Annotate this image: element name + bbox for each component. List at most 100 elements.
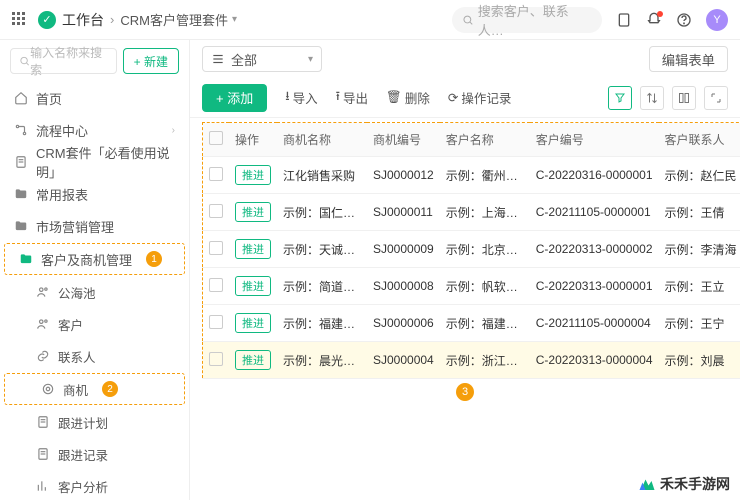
chevron-down-icon: ▾ [308,54,313,65]
view-label: 全部 [231,50,257,69]
sidebar-item-4[interactable]: 市场营销管理 [0,210,189,242]
sidebar-item-label: 联系人 [58,347,96,366]
cell-code: SJ0000004 [367,342,440,379]
push-button[interactable]: 推进 [235,165,271,185]
bell-icon[interactable] [646,12,662,28]
view-selector[interactable]: 全部 ▾ [202,46,322,72]
table-row[interactable]: 推进示例：晨光文具设备…SJ0000004示例：浙江晨光文具…C-2022031… [203,342,740,379]
sidebar-item-label: 首页 [36,89,62,108]
cell-code: SJ0000009 [367,231,440,268]
filter-icon[interactable] [608,86,632,110]
table-row[interactable]: 推进示例：国仁采购SJ0000011示例：上海国仁有限…C-20211105-0… [203,194,740,231]
export-button[interactable]: ⭱ 导出 [336,87,368,108]
sidebar-item-3[interactable]: 常用报表 [0,178,189,210]
sidebar-item-6[interactable]: 公海池 [0,276,189,308]
table-row[interactable]: 推进示例：简道云采购SJ0000008示例：帆软软件有限公司C-20220313… [203,268,740,305]
sidebar-item-label: 客户及商机管理 [41,250,132,269]
sidebar-item-0[interactable]: 首页 [0,82,189,114]
import-button[interactable]: ⭳ 导入 [285,87,317,108]
cell-custno: C-20211105-0000001 [530,194,659,231]
col-header-5[interactable]: 客户联系人 [659,123,740,157]
sidebar-search-placeholder: 输入名称来搜索 [30,44,108,78]
workspace-label[interactable]: 工作台 [62,10,104,30]
avatar[interactable]: Y [706,9,728,31]
sidebar-item-7[interactable]: 客户 [0,308,189,340]
content-area: 全部 ▾ 编辑表单 + 添加 ⭳ 导入 ⭱ 导出 🗑 删除 ⟳ 操作记录 操作商… [190,40,740,500]
log-button[interactable]: ⟳ 操作记录 [448,88,512,107]
sidebar-item-2[interactable]: CRM套件「必看使用说明」 [0,146,189,178]
suite-label[interactable]: CRM客户管理套件 [120,10,228,29]
columns-icon[interactable] [672,86,696,110]
breadcrumb-sep: › [110,12,114,27]
sidebar-item-label: 客户分析 [58,477,108,496]
edit-form-button[interactable]: 编辑表单 [649,46,728,72]
expand-icon[interactable] [704,86,728,110]
top-bar: 工作台 › CRM客户管理套件 ▾ 搜索客户、联系人… Y [0,0,740,40]
table-row[interactable]: 推进示例：天诚采购SJ0000009示例：北京天诚软件…C-20220313-0… [203,231,740,268]
col-header-4[interactable]: 客户编号 [530,123,659,157]
add-button[interactable]: + 添加 [202,84,267,112]
row-checkbox[interactable] [209,352,223,366]
push-button[interactable]: 推进 [235,350,271,370]
sidebar-item-label: 跟进计划 [58,413,108,432]
badge-3: 3 [456,383,474,401]
chevron-right-icon: › [172,125,175,136]
highlight-badge: 1 [146,251,162,267]
sidebar-item-11[interactable]: 跟进记录 [0,438,189,470]
notebook-icon[interactable] [616,12,632,28]
table-row[interactable]: 推进示例：福建一高3月订单SJ0000006示例：福建一高集团C-2021110… [203,305,740,342]
sidebar-item-10[interactable]: 跟进计划 [0,406,189,438]
cell-name: 示例：国仁采购 [277,194,367,231]
delete-button[interactable]: 🗑 删除 [386,88,430,107]
cell-cust: 示例：北京天诚软件… [440,231,530,268]
col-header-0[interactable]: 操作 [229,123,277,157]
cell-contact: 示例：王倩 [659,194,740,231]
cell-cust: 示例：衢州江化集团 [440,157,530,194]
row-checkbox[interactable] [209,315,223,329]
search-placeholder: 搜索客户、联系人… [478,1,592,39]
push-button[interactable]: 推进 [235,202,271,222]
search-icon [462,14,474,26]
checkbox-all[interactable] [209,131,223,145]
sidebar-search-input[interactable]: 输入名称来搜索 [10,48,117,74]
apps-grid-icon[interactable] [12,12,28,28]
list-icon [211,52,225,66]
row-checkbox[interactable] [209,204,223,218]
sidebar-item-9[interactable]: 商机 2 [4,373,185,405]
row-checkbox[interactable] [209,167,223,181]
sidebar-item-5[interactable]: 客户及商机管理 1 [4,243,185,275]
sidebar-item-8[interactable]: 联系人 [0,340,189,372]
cell-custno: C-20220313-0000002 [530,231,659,268]
cell-code: SJ0000011 [367,194,440,231]
global-search-input[interactable]: 搜索客户、联系人… [452,7,602,33]
cell-contact: 示例：李清海 [659,231,740,268]
help-icon[interactable] [676,12,692,28]
col-header-1[interactable]: 商机名称 [277,123,367,157]
push-button[interactable]: 推进 [235,276,271,296]
cell-name: 示例：晨光文具设备… [277,342,367,379]
chevron-down-icon[interactable]: ▾ [232,14,237,25]
push-button[interactable]: 推进 [235,239,271,259]
highlight-badge: 2 [102,381,118,397]
col-header-2[interactable]: 商机编号 [367,123,440,157]
cell-name: 示例：天诚采购 [277,231,367,268]
watermark-icon [638,475,656,493]
data-table: 操作商机名称商机编号客户名称客户编号客户联系人 推进江化销售采购SJ000001… [202,122,740,379]
new-button[interactable]: + 新建 [123,48,179,74]
sidebar-item-1[interactable]: 流程中心› [0,114,189,146]
cell-name: 示例：简道云采购 [277,268,367,305]
sidebar-item-label: 商机 [63,380,88,399]
row-checkbox[interactable] [209,241,223,255]
row-checkbox[interactable] [209,278,223,292]
sidebar-item-12[interactable]: 客户分析 [0,470,189,500]
cell-code: SJ0000006 [367,305,440,342]
cell-cust: 示例：浙江晨光文具… [440,342,530,379]
cell-cust: 示例：福建一高集团 [440,305,530,342]
push-button[interactable]: 推进 [235,313,271,333]
cell-custno: C-20220316-0000001 [530,157,659,194]
table-row[interactable]: 推进江化销售采购SJ0000012示例：衢州江化集团C-20220316-000… [203,157,740,194]
sort-icon[interactable] [640,86,664,110]
col-header-3[interactable]: 客户名称 [440,123,530,157]
cell-contact: 示例：王宁 [659,305,740,342]
watermark: 禾禾手游网 [638,474,730,494]
